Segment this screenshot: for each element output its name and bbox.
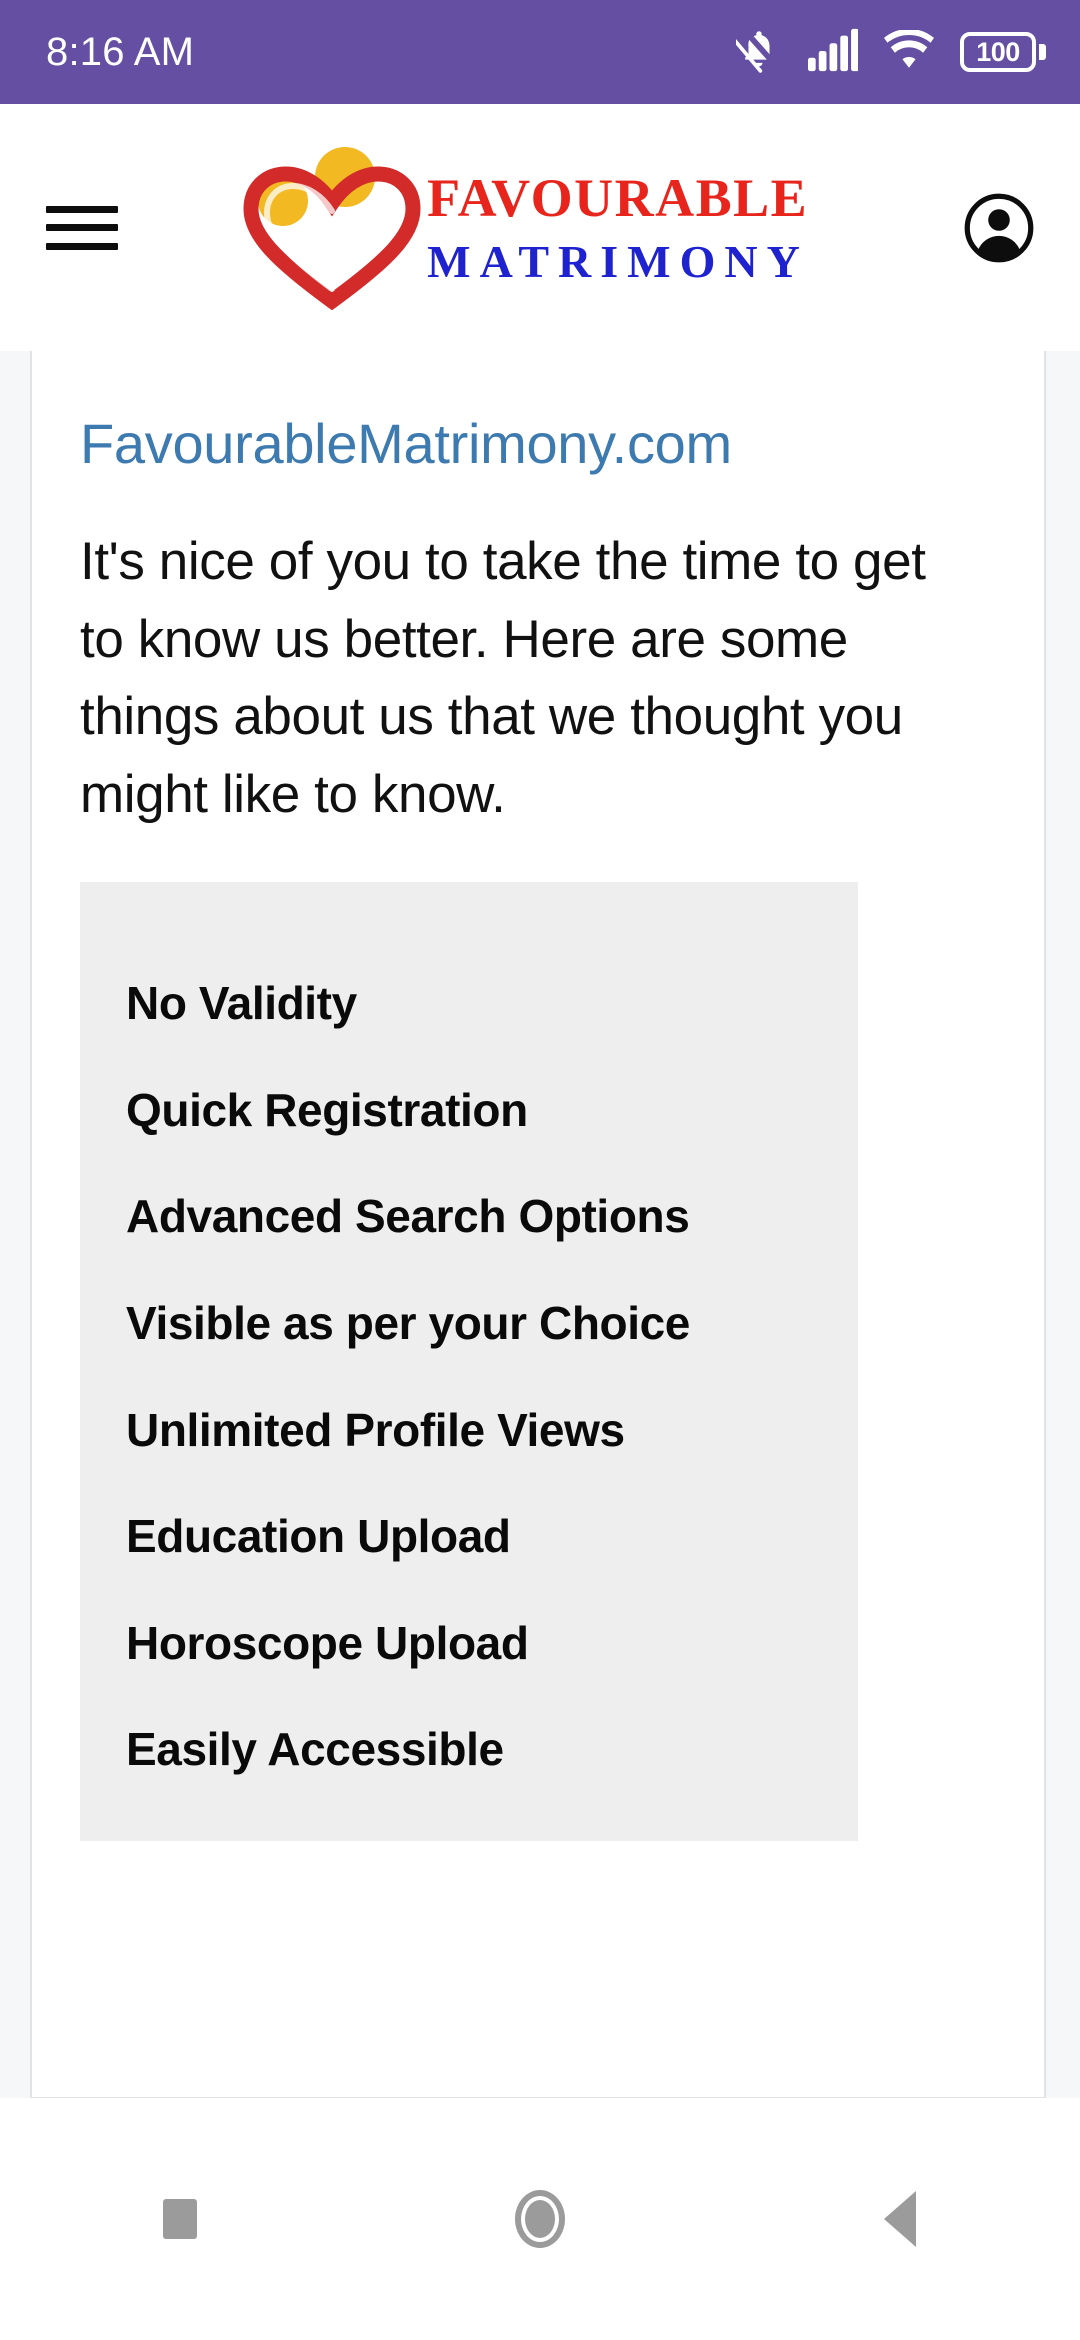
feature-item: Quick Registration (126, 1083, 528, 1136)
site-logo[interactable]: FAVOURABLE MATRIMONY (112, 143, 962, 313)
home-circle-icon (515, 2190, 565, 2248)
content-card: FavourableMatrimony.com It's nice of you… (30, 351, 1046, 2099)
battery-icon: 100 (960, 32, 1046, 72)
status-bar-icons: 100 (730, 27, 1046, 78)
hamburger-menu-icon[interactable] (46, 197, 118, 259)
app-header: FAVOURABLE MATRIMONY (0, 104, 1080, 351)
feature-item: Easily Accessible (126, 1723, 504, 1776)
recents-button[interactable] (0, 2098, 360, 2340)
back-triangle-icon (884, 2191, 916, 2247)
feature-item: No Validity (126, 977, 357, 1030)
heart-logo-icon (237, 143, 427, 313)
feature-item: Horoscope Upload (126, 1616, 529, 1669)
home-button[interactable] (360, 2098, 720, 2340)
android-navigation-bar (0, 2098, 1080, 2340)
logo-text-secondary: MATRIMONY (427, 235, 809, 287)
feature-item: Unlimited Profile Views (126, 1403, 625, 1456)
intro-paragraph: It's nice of you to take the time to get… (80, 531, 926, 825)
back-button[interactable] (720, 2098, 1080, 2340)
account-circle-icon[interactable] (962, 191, 1036, 265)
status-bar: 8:16 AM 100 (0, 0, 1080, 104)
cellular-signal-icon (808, 28, 859, 77)
feature-item: Education Upload (126, 1510, 511, 1563)
recents-square-icon (163, 2199, 197, 2239)
site-domain-link[interactable]: FavourableMatrimony.com (80, 413, 732, 475)
feature-item: Visible as per your Choice (126, 1297, 690, 1349)
page-background: FavourableMatrimony.com It's nice of you… (0, 351, 1080, 2099)
notifications-off-icon (730, 27, 782, 78)
battery-level-text: 100 (976, 36, 1020, 67)
status-bar-clock: 8:16 AM (46, 29, 195, 74)
wifi-icon (884, 28, 934, 75)
feature-item: Advanced Search Options (126, 1190, 690, 1243)
logo-text-primary: FAVOURABLE (427, 167, 809, 228)
features-panel: No Validity Quick Registration Advanced … (80, 882, 858, 1841)
